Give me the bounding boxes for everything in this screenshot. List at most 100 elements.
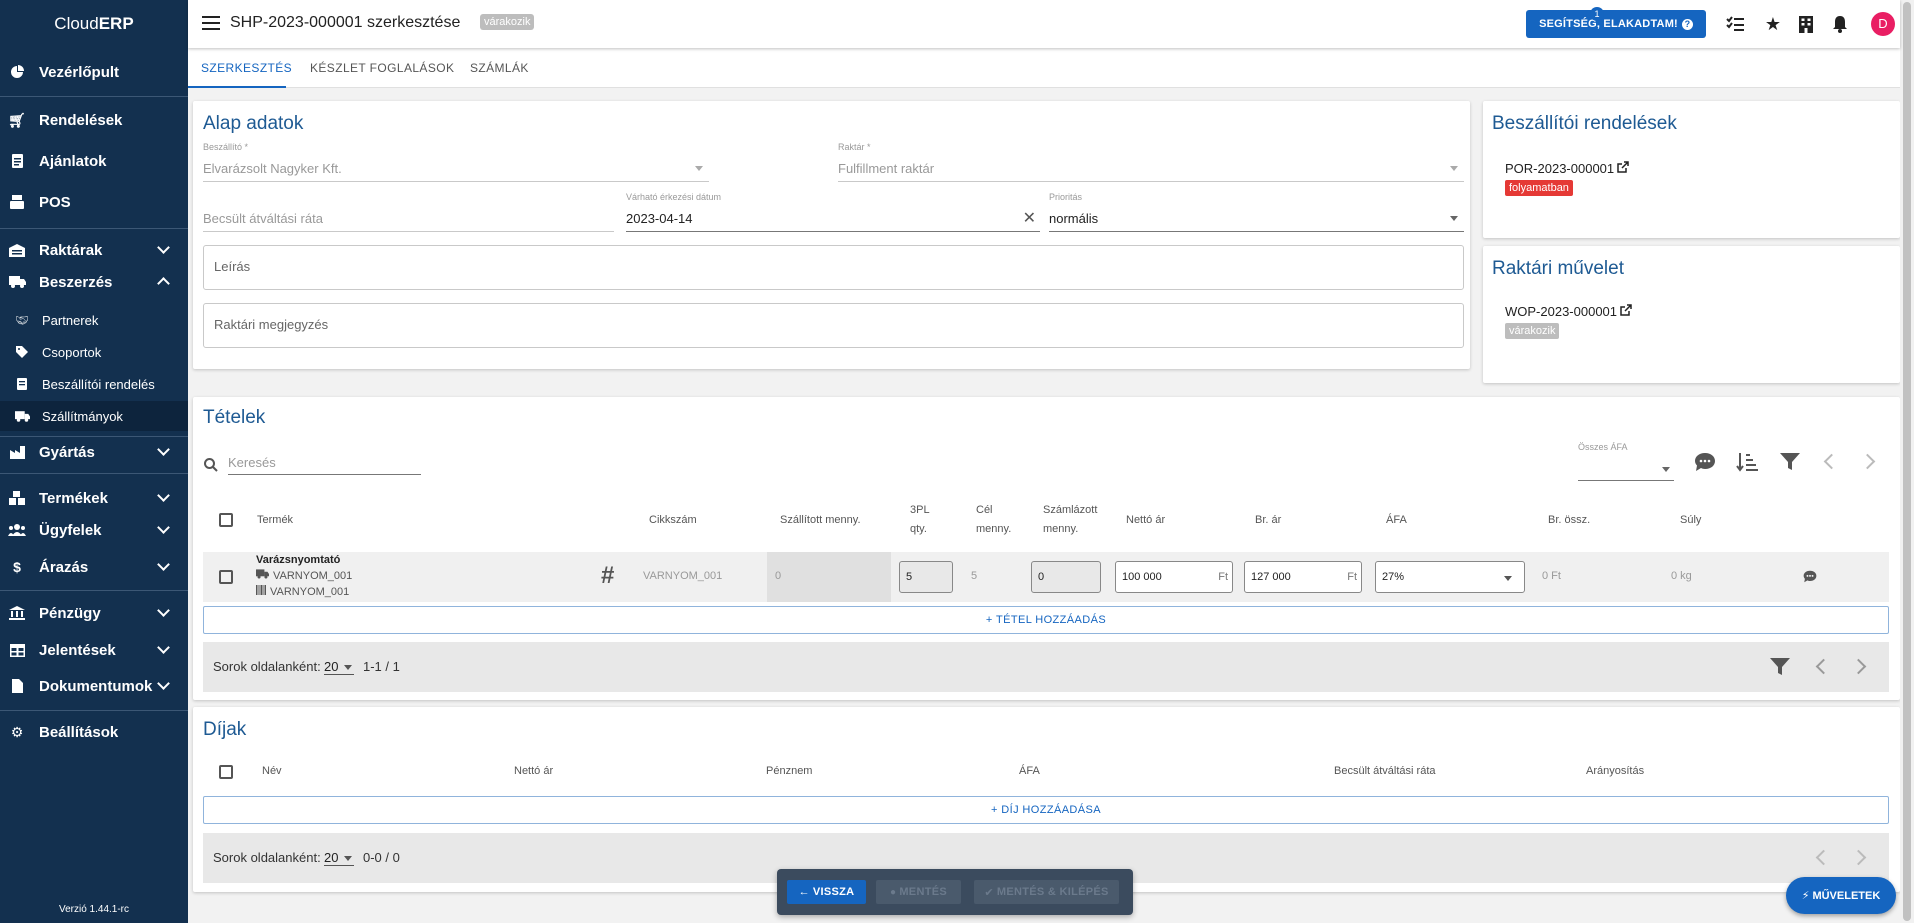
invoiced-qty-input[interactable]: 0 [1031, 561, 1101, 593]
building-icon[interactable] [1795, 13, 1817, 35]
column-header-vat[interactable]: ÁFA [1019, 762, 1040, 781]
gear-icon: ⚙︎ [10, 723, 24, 740]
tab-stock-reservations[interactable]: KÉSZLET FOGLALÁSOK [310, 61, 454, 75]
column-header-shipped[interactable]: Szállított menny. [780, 511, 861, 530]
sort-icon[interactable] [1735, 450, 1759, 474]
rows-per-page-select[interactable]: 20 [324, 850, 354, 866]
row-checkbox[interactable] [219, 570, 233, 584]
rows-per-page-select[interactable]: 20 [324, 659, 354, 675]
items-search-input[interactable]: Keresés [228, 452, 421, 475]
chevron-down-icon [157, 558, 170, 571]
select-all-checkbox[interactable] [219, 513, 233, 527]
tab-invoices[interactable]: SZÁMLÁK [470, 61, 529, 75]
prev-page-icon[interactable] [1815, 849, 1832, 866]
comment-icon[interactable] [1693, 450, 1717, 474]
sidebar-item-orders[interactable]: 🛒︎ Rendelések [0, 105, 188, 135]
expected-date-field[interactable]: Várható érkezési dátum 2023-04-14 ✕ [626, 192, 1040, 232]
checklist-icon[interactable] [1724, 13, 1746, 35]
next-page-icon[interactable] [1850, 658, 1867, 675]
arrow-left-icon: ← [798, 886, 810, 898]
sidebar: CloudERP Vezérlőpult 🛒︎ Rendelések Ajánl… [0, 0, 188, 923]
3pl-qty-input[interactable]: 5 [899, 561, 953, 593]
star-icon[interactable]: ★ [1762, 13, 1784, 35]
brand-logo[interactable]: CloudERP [0, 0, 188, 48]
priority-select[interactable]: Prioritás normális [1049, 192, 1464, 232]
items-pagination: Sorok oldalanként: 20 1-1 / 1 [203, 642, 1889, 692]
add-item-button[interactable]: + TÉTEL HOZZÁADÁS [203, 606, 1889, 634]
prev-page-icon[interactable] [1815, 658, 1832, 675]
column-header-invoiced[interactable]: Számlázott menny. [1043, 501, 1097, 539]
supplier-order-link[interactable]: POR-2023-000001 [1505, 161, 1629, 176]
dropdown-arrow-icon [1662, 467, 1670, 472]
sidebar-item-finance[interactable]: Pénzügy [0, 598, 188, 628]
action-bar: ← VISSZA ● MENTÉS ✔ MENTÉS & KILÉPÉS [777, 869, 1133, 915]
save-button[interactable]: ● MENTÉS [876, 880, 961, 904]
tab-edit[interactable]: SZERKESZTÉS [201, 61, 292, 75]
column-header-gross-price[interactable]: Br. ár [1255, 511, 1281, 530]
column-header-net-price[interactable]: Nettó ár [1126, 511, 1165, 530]
column-header-product[interactable]: Termék [257, 511, 293, 530]
sidebar-item-dashboard[interactable]: Vezérlőpult [0, 57, 188, 87]
save-exit-button[interactable]: ✔ MENTÉS & KILÉPÉS [974, 880, 1119, 904]
vat-filter-select[interactable]: Összes ÁFA [1578, 442, 1674, 481]
column-header-gross-total[interactable]: Br. össz. [1548, 511, 1590, 530]
column-header-name[interactable]: Név [262, 762, 282, 781]
column-header-3pl[interactable]: 3PL qty. [910, 501, 930, 539]
operations-button[interactable]: ⚡︎ MŰVELETEK [1786, 877, 1896, 914]
exchange-rate-input[interactable]: Becsült átváltási ráta [203, 193, 614, 232]
sidebar-item-partners[interactable]: 🤝︎ Partnerek [0, 305, 188, 335]
filter-icon[interactable] [1778, 450, 1802, 474]
warehouse-icon [8, 241, 26, 259]
sidebar-item-settings[interactable]: ⚙︎ Beállítások [0, 717, 188, 747]
sidebar-item-groups[interactable]: Csoportok [0, 337, 188, 367]
column-header-net-price[interactable]: Nettó ár [514, 762, 553, 781]
scrollbar[interactable] [1900, 0, 1914, 923]
sidebar-item-procurement[interactable]: Beszerzés [0, 267, 188, 297]
supplier-select[interactable]: Beszállító * Elvarázsolt Nagyker Kft. [203, 142, 709, 182]
description-field[interactable]: Leírás [203, 245, 1464, 290]
dropdown-arrow-icon [344, 665, 352, 670]
chevron-down-icon [157, 604, 170, 617]
net-price-input[interactable]: 100 000 Ft [1115, 561, 1233, 593]
sidebar-item-warehouses[interactable]: Raktárak [0, 235, 188, 265]
product-name[interactable]: Varázsnyomtató [256, 554, 340, 566]
warehouse-select[interactable]: Raktár * Fulfillment raktár [838, 142, 1464, 182]
gross-price-input[interactable]: 127 000 Ft [1244, 561, 1362, 593]
vat-select[interactable]: 27% [1375, 561, 1525, 593]
scrollbar-thumb[interactable] [1903, 2, 1911, 921]
column-header-proportion[interactable]: Arányosítás [1586, 762, 1644, 781]
column-header-currency[interactable]: Pénznem [766, 762, 812, 781]
hamburger-menu-icon[interactable] [202, 16, 220, 30]
back-button[interactable]: ← VISSZA [787, 880, 866, 904]
column-header-exchange-rate[interactable]: Becsült átváltási ráta [1334, 762, 1436, 781]
sidebar-item-pos[interactable]: POS [0, 187, 188, 217]
sidebar-item-documents[interactable]: Dokumentumok [0, 671, 188, 701]
next-page-icon[interactable] [1850, 849, 1867, 866]
sidebar-item-reports[interactable]: Jelentések [0, 635, 188, 665]
bell-icon[interactable] [1829, 13, 1851, 35]
sidebar-item-manufacturing[interactable]: Gyártás [0, 437, 188, 467]
column-header-sku[interactable]: Cikkszám [649, 511, 697, 530]
add-fee-button[interactable]: + DÍJ HOZZÁADÁSA [203, 796, 1889, 824]
sidebar-item-pricing[interactable]: $ Árazás [0, 552, 188, 582]
hash-icon[interactable]: # [601, 562, 614, 590]
product-barcode: VARNYOM_001 [256, 585, 349, 598]
column-header-target[interactable]: Cél menny. [976, 501, 1011, 539]
clear-icon[interactable]: ✕ [1023, 208, 1036, 228]
avatar[interactable]: D [1871, 12, 1895, 36]
sidebar-item-quotes[interactable]: Ajánlatok [0, 146, 188, 176]
sidebar-item-supplier-orders[interactable]: Beszállítói rendelés [0, 369, 188, 399]
help-button[interactable]: SEGÍTSÉG, ELAKADTAM!? [1526, 10, 1706, 38]
column-header-vat[interactable]: ÁFA [1386, 511, 1407, 530]
filter-icon[interactable] [1769, 656, 1791, 678]
users-icon [8, 521, 26, 539]
warehouse-note-field[interactable]: Raktári megjegyzés [203, 303, 1464, 348]
sidebar-item-customers[interactable]: Ügyfelek [0, 515, 188, 545]
select-all-checkbox[interactable] [219, 765, 233, 779]
document-icon [8, 152, 26, 170]
comment-icon[interactable] [1803, 570, 1817, 586]
column-header-weight[interactable]: Súly [1680, 511, 1701, 530]
sidebar-item-shipments[interactable]: Szállítmányok [0, 401, 188, 431]
warehouse-operation-link[interactable]: WOP-2023-000001 [1505, 304, 1632, 319]
sidebar-item-products[interactable]: Termékek [0, 483, 188, 513]
